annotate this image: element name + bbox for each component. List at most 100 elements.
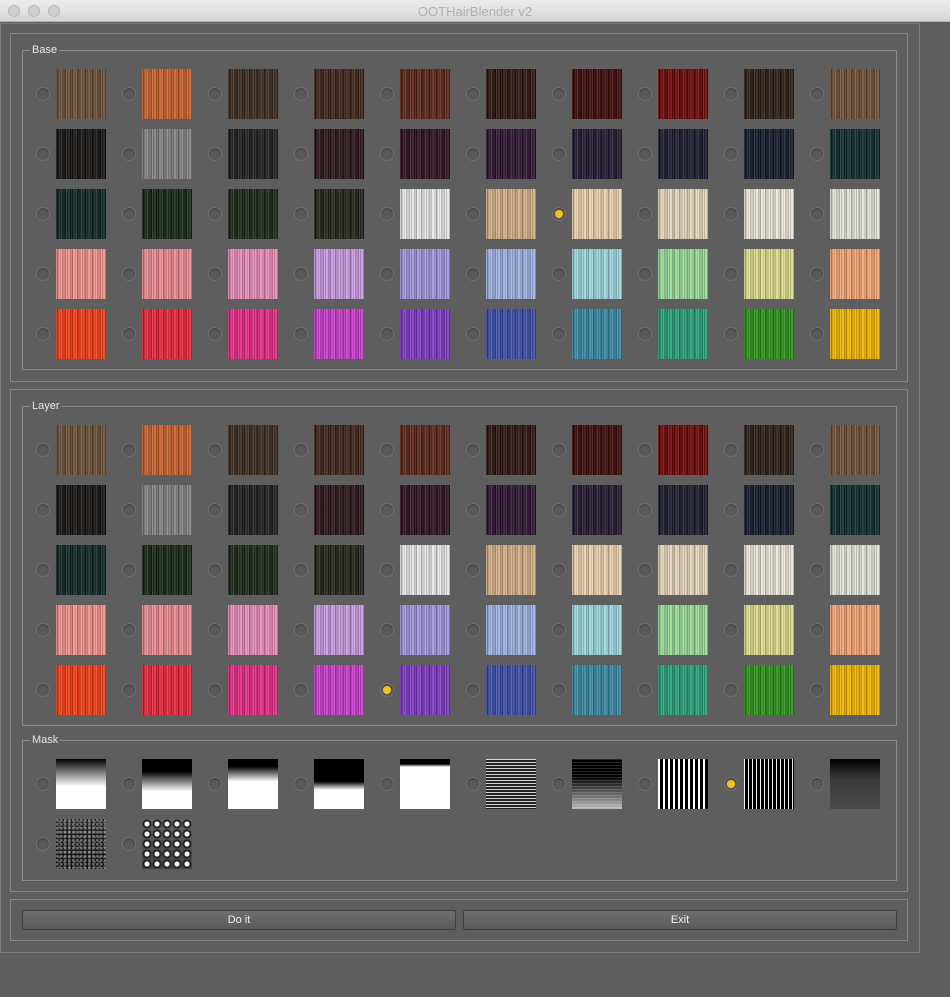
layer-radio-button[interactable] [380, 503, 394, 517]
base-hair-swatch[interactable] [830, 69, 880, 119]
layer-radio-button[interactable] [638, 683, 652, 697]
layer-hair-swatch[interactable] [228, 425, 278, 475]
layer-hair-swatch[interactable] [658, 665, 708, 715]
layer-radio-button[interactable] [466, 623, 480, 637]
layer-hair-swatch[interactable] [830, 545, 880, 595]
mask-radio-button[interactable] [380, 777, 394, 791]
mask-radio-button[interactable] [466, 777, 480, 791]
base-hair-swatch[interactable] [658, 189, 708, 239]
base-radio-button[interactable] [552, 327, 566, 341]
layer-radio-button[interactable] [552, 443, 566, 457]
layer-radio-button[interactable] [294, 503, 308, 517]
base-hair-swatch[interactable] [314, 249, 364, 299]
layer-radio-button[interactable] [380, 683, 394, 697]
mask-gradient-half-swatch[interactable] [314, 759, 364, 809]
layer-hair-swatch[interactable] [572, 605, 622, 655]
layer-hair-swatch[interactable] [572, 425, 622, 475]
base-radio-button[interactable] [466, 207, 480, 221]
base-hair-swatch[interactable] [142, 129, 192, 179]
base-hair-swatch[interactable] [56, 69, 106, 119]
layer-hair-swatch[interactable] [486, 485, 536, 535]
layer-radio-button[interactable] [208, 683, 222, 697]
layer-hair-swatch[interactable] [658, 545, 708, 595]
layer-radio-button[interactable] [466, 503, 480, 517]
base-hair-swatch[interactable] [486, 249, 536, 299]
layer-radio-button[interactable] [294, 623, 308, 637]
layer-hair-swatch[interactable] [56, 425, 106, 475]
layer-hair-swatch[interactable] [400, 485, 450, 535]
mask-radio-button[interactable] [552, 777, 566, 791]
mask-noise-blobs-swatch[interactable] [142, 819, 192, 869]
mask-gradient-top-mid-swatch[interactable] [142, 759, 192, 809]
base-radio-button[interactable] [380, 267, 394, 281]
layer-radio-button[interactable] [380, 443, 394, 457]
base-hair-swatch[interactable] [572, 249, 622, 299]
base-radio-button[interactable] [724, 327, 738, 341]
layer-hair-swatch[interactable] [830, 485, 880, 535]
base-radio-button[interactable] [380, 87, 394, 101]
base-radio-button[interactable] [208, 327, 222, 341]
layer-radio-button[interactable] [810, 443, 824, 457]
layer-radio-button[interactable] [122, 563, 136, 577]
base-hair-swatch[interactable] [830, 309, 880, 359]
layer-hair-swatch[interactable] [572, 665, 622, 715]
base-hair-swatch[interactable] [228, 69, 278, 119]
base-hair-swatch[interactable] [56, 189, 106, 239]
layer-radio-button[interactable] [294, 563, 308, 577]
layer-radio-button[interactable] [36, 443, 50, 457]
layer-hair-swatch[interactable] [142, 425, 192, 475]
base-radio-button[interactable] [466, 87, 480, 101]
layer-radio-button[interactable] [466, 443, 480, 457]
base-hair-swatch[interactable] [744, 129, 794, 179]
layer-radio-button[interactable] [552, 683, 566, 697]
base-radio-button[interactable] [122, 327, 136, 341]
base-hair-swatch[interactable] [572, 189, 622, 239]
layer-hair-swatch[interactable] [572, 485, 622, 535]
base-hair-swatch[interactable] [314, 189, 364, 239]
layer-hair-swatch[interactable] [56, 485, 106, 535]
base-radio-button[interactable] [810, 147, 824, 161]
base-radio-button[interactable] [466, 147, 480, 161]
layer-hair-swatch[interactable] [56, 605, 106, 655]
base-hair-swatch[interactable] [142, 309, 192, 359]
base-radio-button[interactable] [380, 327, 394, 341]
mask-stripes-vertical-swatch[interactable] [658, 759, 708, 809]
base-hair-swatch[interactable] [486, 69, 536, 119]
base-radio-button[interactable] [724, 87, 738, 101]
base-hair-swatch[interactable] [744, 69, 794, 119]
layer-radio-button[interactable] [638, 563, 652, 577]
layer-hair-swatch[interactable] [658, 425, 708, 475]
mask-radio-button[interactable] [122, 777, 136, 791]
base-radio-button[interactable] [122, 87, 136, 101]
base-hair-swatch[interactable] [744, 309, 794, 359]
mask-stripes-horizontal-swatch[interactable] [486, 759, 536, 809]
base-hair-swatch[interactable] [400, 249, 450, 299]
layer-radio-button[interactable] [810, 503, 824, 517]
layer-radio-button[interactable] [724, 683, 738, 697]
base-hair-swatch[interactable] [572, 129, 622, 179]
base-hair-swatch[interactable] [830, 189, 880, 239]
base-hair-swatch[interactable] [400, 129, 450, 179]
base-radio-button[interactable] [380, 207, 394, 221]
mask-gradient-top-soft-swatch[interactable] [56, 759, 106, 809]
layer-radio-button[interactable] [810, 683, 824, 697]
base-hair-swatch[interactable] [572, 309, 622, 359]
base-radio-button[interactable] [294, 327, 308, 341]
base-radio-button[interactable] [36, 267, 50, 281]
layer-radio-button[interactable] [552, 503, 566, 517]
base-hair-swatch[interactable] [572, 69, 622, 119]
base-radio-button[interactable] [810, 327, 824, 341]
base-radio-button[interactable] [122, 207, 136, 221]
layer-hair-swatch[interactable] [56, 545, 106, 595]
layer-hair-swatch[interactable] [314, 485, 364, 535]
layer-hair-swatch[interactable] [314, 425, 364, 475]
mask-gradient-dark-swatch[interactable] [830, 759, 880, 809]
base-radio-button[interactable] [294, 87, 308, 101]
base-radio-button[interactable] [294, 207, 308, 221]
layer-radio-button[interactable] [122, 503, 136, 517]
mask-radio-button[interactable] [810, 777, 824, 791]
layer-hair-swatch[interactable] [56, 665, 106, 715]
base-hair-swatch[interactable] [486, 129, 536, 179]
layer-hair-swatch[interactable] [486, 425, 536, 475]
layer-hair-swatch[interactable] [658, 605, 708, 655]
